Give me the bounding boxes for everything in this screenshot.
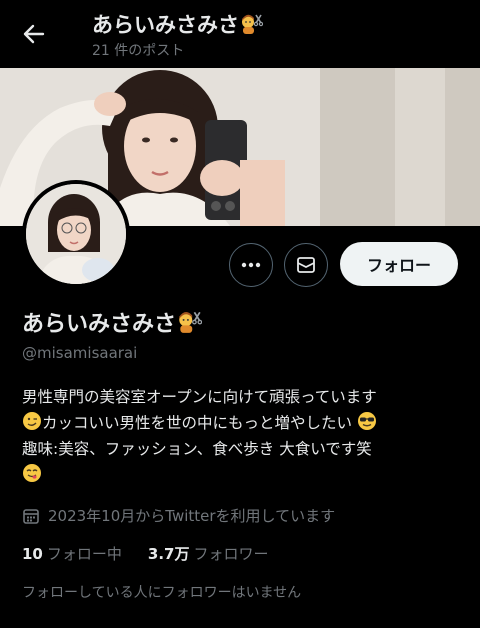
- mail-icon: [297, 257, 315, 273]
- joined-date: 2023年10月からTwitterを利用しています: [22, 505, 335, 526]
- sunglasses-emoji: [357, 411, 377, 439]
- more-dots-icon: [241, 262, 261, 268]
- follow-button[interactable]: フォロー: [340, 242, 458, 286]
- joined-text: 2023年10月からTwitterを利用しています: [48, 507, 336, 525]
- bio-line-3: 趣味:美容、ファッション、食べ歩き 大食いです笑: [22, 440, 372, 458]
- hairdresser-emoji: [176, 308, 203, 340]
- header-name: あらいみさみさ: [92, 13, 239, 37]
- followers-you-know: フォローしている人にフォロワーはいません: [22, 585, 302, 601]
- wink-emoji: [22, 411, 42, 439]
- avatar-image: [26, 184, 126, 284]
- header-title: あらいみさみさ: [92, 9, 264, 40]
- bio-line-1: 男性専門の美容室オープンに向けて頑張っています: [22, 388, 377, 406]
- followers-label: フォロワー: [193, 545, 269, 563]
- follow-stats: 10 フォロー中 3.7万 フォロワー: [22, 543, 268, 564]
- top-bar: あらいみさみさ 21 件のポスト: [0, 0, 480, 68]
- calendar-icon: [23, 508, 39, 524]
- post-count: 21 件のポスト: [92, 43, 185, 59]
- hairdresser-emoji: [239, 11, 264, 40]
- profile-bio: 男性専門の美容室オープンに向けて頑張っています カッコいい男性を世の中にもっと増…: [22, 384, 462, 488]
- following-label: フォロー中: [46, 545, 122, 563]
- profile-name-text: あらいみさみさ: [22, 312, 177, 337]
- bio-line-4: [22, 462, 462, 488]
- avatar[interactable]: [22, 180, 130, 288]
- followers-link[interactable]: 3.7万 フォロワー: [148, 543, 269, 564]
- more-button[interactable]: [229, 243, 273, 287]
- followers-count: 3.7万: [147, 545, 190, 563]
- following-count: 10: [22, 545, 43, 563]
- following-link[interactable]: 10 フォロー中: [22, 543, 122, 564]
- bio-line-2: カッコいい男性を世の中にもっと増やしたい: [22, 410, 462, 436]
- profile-name: あらいみさみさ: [22, 306, 203, 340]
- profile-handle: @misamisaarai: [22, 344, 138, 362]
- yum-emoji: [22, 463, 42, 491]
- message-button[interactable]: [284, 243, 328, 287]
- bio-line-2-text: カッコいい男性を世の中にもっと増やしたい: [42, 414, 353, 432]
- arrow-left-icon: [23, 24, 45, 44]
- back-button[interactable]: [18, 20, 50, 48]
